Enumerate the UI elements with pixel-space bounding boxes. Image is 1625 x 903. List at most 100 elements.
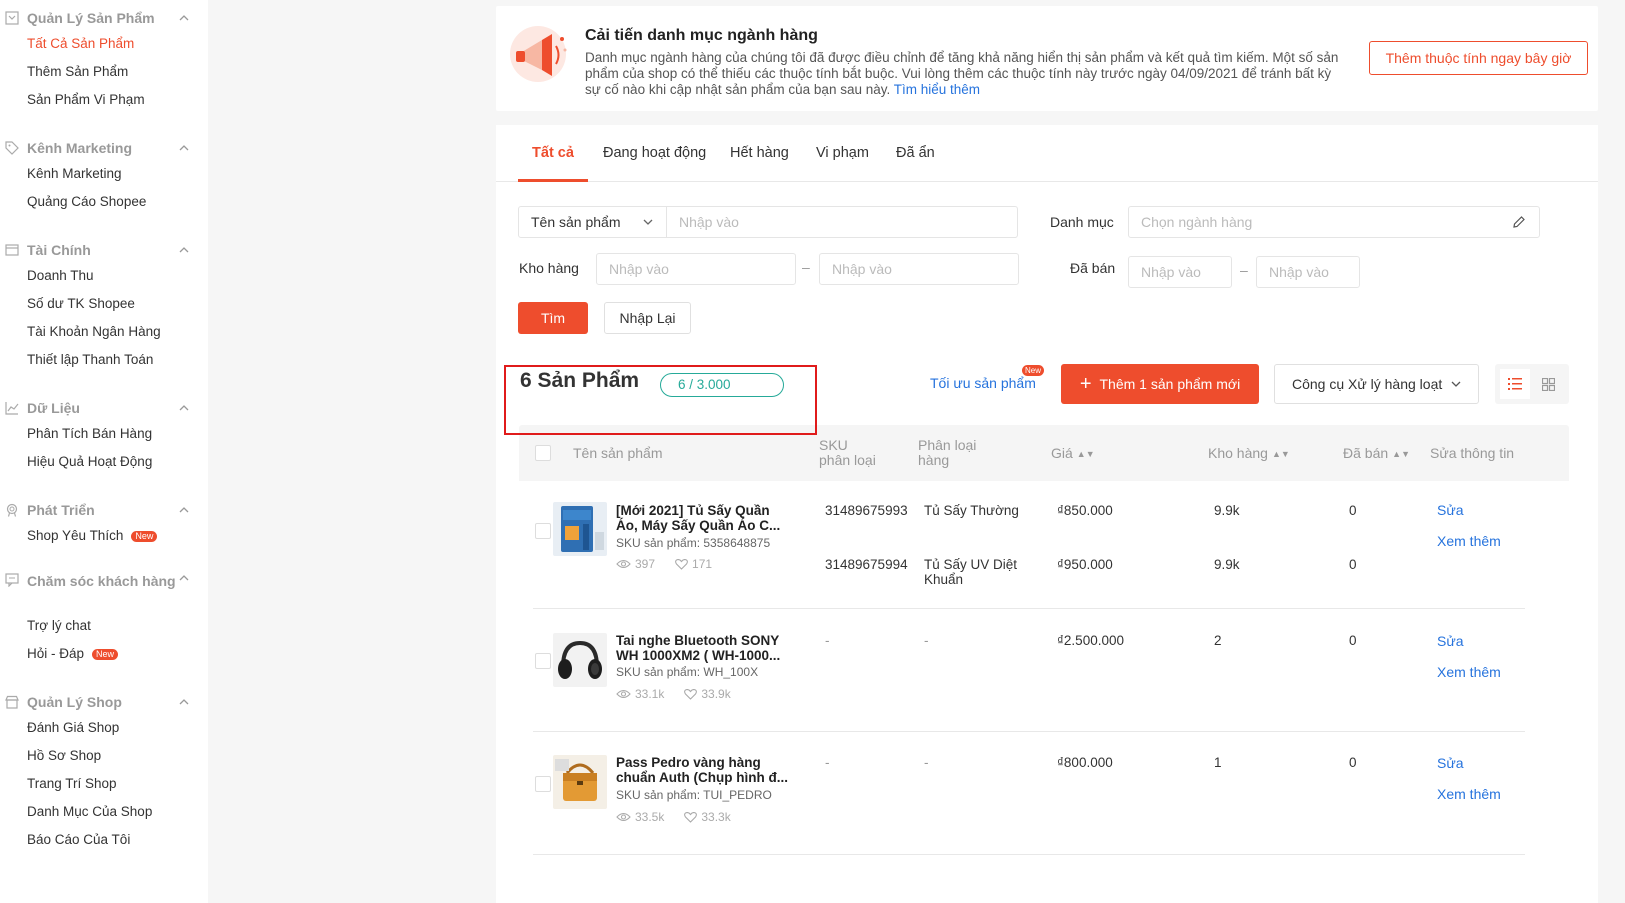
tab-active[interactable]: Đang hoạt động [603, 125, 706, 182]
edit-link[interactable]: Sửa [1437, 502, 1464, 518]
col-sold[interactable]: Đã bán ▲▼ [1343, 446, 1410, 462]
sidebar-header-label: Chăm sóc khách hàng [27, 573, 176, 589]
row-checkbox[interactable] [535, 653, 551, 669]
sidebar-item-chat-assistant[interactable]: Trợ lý chat [0, 612, 208, 640]
sold-max-input[interactable]: Nhập vào [1256, 256, 1360, 288]
variant-name: Tủ Sấy Thường [924, 503, 1019, 518]
sidebar-header-products[interactable]: Quản Lý Sản Phẩm [0, 6, 208, 30]
add-attributes-button[interactable]: Thêm thuộc tính ngay bây giờ [1369, 41, 1588, 75]
highlight-box [504, 365, 817, 435]
product-thumbnail[interactable] [553, 502, 607, 556]
edit-link[interactable]: Sửa [1437, 633, 1464, 649]
sidebar-header-growth[interactable]: Phát Triển [0, 498, 208, 522]
category-input[interactable]: Chọn ngành hàng [1128, 206, 1540, 238]
variant-stock: 9.9k [1214, 503, 1240, 518]
sidebar-header-marketing[interactable]: Kênh Marketing [0, 136, 208, 160]
line-chart-icon [4, 400, 20, 416]
variant-stock: 2 [1214, 633, 1222, 648]
sold-min-input[interactable]: Nhập vào [1128, 256, 1232, 288]
tab-all[interactable]: Tất cả [518, 125, 588, 182]
sidebar-item-label: Hỏi - Đáp [27, 646, 85, 661]
col-stock[interactable]: Kho hàng ▲▼ [1208, 446, 1290, 462]
variant-sold: 0 [1349, 503, 1357, 518]
product-thumbnail[interactable] [553, 755, 607, 809]
sidebar-header-label: Quản Lý Sản Phẩm [27, 10, 155, 26]
sidebar-item-my-reports[interactable]: Báo Cáo Của Tôi [0, 826, 208, 854]
row-checkbox[interactable] [535, 523, 551, 539]
tab-hidden[interactable]: Đã ẩn [896, 125, 935, 182]
sidebar-item-bank-account[interactable]: Tài Khoản Ngân Hàng [0, 318, 208, 346]
sidebar-header-label: Quản Lý Shop [27, 694, 122, 710]
chevron-up-icon[interactable] [178, 142, 190, 154]
bulk-tools-dropdown[interactable]: Công cụ Xử lý hàng loạt [1274, 364, 1479, 404]
sidebar-item-revenue[interactable]: Doanh Thu [0, 262, 208, 290]
tag-icon [4, 140, 20, 156]
variant-sku: 31489675993 [825, 503, 908, 518]
stock-max-input[interactable]: Nhập vào [819, 253, 1019, 285]
chevron-up-icon[interactable] [178, 572, 190, 584]
grid-view-icon[interactable] [1533, 369, 1563, 399]
sidebar-item-performance[interactable]: Hiệu Quả Hoạt Động [0, 448, 208, 476]
more-link[interactable]: Xem thêm [1437, 786, 1501, 802]
more-link[interactable]: Xem thêm [1437, 664, 1501, 680]
product-name[interactable]: [Mới 2021] Tủ Sấy Quần Áo, Máy Sấy Quần … [616, 503, 788, 533]
pencil-icon[interactable] [1512, 215, 1526, 229]
product-name[interactable]: Tai nghe Bluetooth SONY WH 1000XM2 ( WH-… [616, 633, 788, 663]
chevron-up-icon[interactable] [178, 696, 190, 708]
col-price[interactable]: Giá ▲▼ [1051, 446, 1095, 462]
category-placeholder: Chọn ngành hàng [1141, 214, 1253, 230]
sidebar-item-shop-decoration[interactable]: Trang Trí Shop [0, 770, 208, 798]
sidebar-item-violating-products[interactable]: Sản Phẩm Vi Phạm [0, 86, 208, 114]
sidebar-header-finance[interactable]: Tài Chính [0, 238, 208, 262]
sidebar-item-shop-categories[interactable]: Danh Mục Của Shop [0, 798, 208, 826]
variant-name: - [924, 755, 929, 770]
sidebar-item-marketing-channel[interactable]: Kênh Marketing [0, 160, 208, 188]
more-link[interactable]: Xem thêm [1437, 533, 1501, 549]
tab-violation[interactable]: Vi phạm [816, 125, 869, 182]
product-sku: SKU sản phẩm: TUI_PEDRO [616, 788, 772, 802]
sidebar-item-all-products[interactable]: Tất Cả Sản Phẩm [0, 30, 208, 58]
sidebar-header-data[interactable]: Dữ Liệu [0, 396, 208, 420]
table-row: [Mới 2021] Tủ Sấy Quần Áo, Máy Sấy Quần … [519, 481, 1569, 609]
product-name-input[interactable]: Nhập vào [666, 206, 1018, 238]
sidebar-item-shop-reviews[interactable]: Đánh Giá Shop [0, 714, 208, 742]
table-row: Tai nghe Bluetooth SONY WH 1000XM2 ( WH-… [519, 609, 1569, 732]
sidebar-header-customer-care[interactable]: Chăm sóc khách hàng [0, 572, 208, 612]
sidebar-section-shop: Quản Lý Shop Đánh Giá Shop Hồ Sơ Shop Tr… [0, 690, 208, 854]
chevron-up-icon[interactable] [178, 504, 190, 516]
add-product-label: Thêm 1 sản phẩm mới [1099, 376, 1241, 392]
stock-min-input[interactable]: Nhập vào [596, 253, 796, 285]
search-button[interactable]: Tìm [518, 302, 588, 334]
select-all-checkbox[interactable] [535, 445, 551, 461]
sidebar-header-shop[interactable]: Quản Lý Shop [0, 690, 208, 714]
sidebar-section-growth: Phát Triển Shop Yêu Thích New [0, 498, 208, 550]
sidebar-item-add-product[interactable]: Thêm Sản Phẩm [0, 58, 208, 86]
sidebar-item-sales-analytics[interactable]: Phân Tích Bán Hàng [0, 420, 208, 448]
sidebar: Quản Lý Sản Phẩm Tất Cả Sản Phẩm Thêm Sả… [0, 0, 208, 903]
row-checkbox[interactable] [535, 776, 551, 792]
product-name[interactable]: Pass Pedro vàng hàng chuẩn Auth (Chụp hì… [616, 755, 788, 785]
list-view-icon[interactable] [1500, 369, 1530, 399]
tab-out-of-stock[interactable]: Hết hàng [730, 125, 789, 182]
sidebar-item-balance[interactable]: Số dư TK Shopee [0, 290, 208, 318]
sidebar-item-shop-profile[interactable]: Hồ Sơ Shop [0, 742, 208, 770]
sidebar-item-favorite-shop[interactable]: Shop Yêu Thích New [0, 522, 208, 550]
edit-link[interactable]: Sửa [1437, 755, 1464, 771]
reset-button[interactable]: Nhập Lại [604, 302, 691, 334]
optimize-products-link[interactable]: Tối ưu sản phẩm [930, 375, 1036, 391]
product-thumbnail[interactable] [553, 633, 607, 687]
medal-icon [4, 502, 20, 518]
product-sku: SKU sản phẩm: WH_100X [616, 665, 759, 679]
sidebar-item-qa[interactable]: Hỏi - Đáp New [0, 640, 208, 668]
add-product-button[interactable]: + Thêm 1 sản phẩm mới [1061, 364, 1259, 404]
stock-label: Kho hàng [519, 260, 579, 276]
chevron-up-icon[interactable] [178, 12, 190, 24]
learn-more-link[interactable]: Tìm hiểu thêm [894, 82, 980, 97]
sidebar-item-shopee-ads[interactable]: Quảng Cáo Shopee [0, 188, 208, 216]
chevron-up-icon[interactable] [178, 402, 190, 414]
col-edit: Sửa thông tin [1430, 445, 1515, 461]
product-sku: SKU sản phẩm: 5358648875 [616, 536, 771, 550]
chevron-up-icon[interactable] [178, 244, 190, 256]
sidebar-item-payment-settings[interactable]: Thiết lập Thanh Toán [0, 346, 208, 374]
search-field-select[interactable]: Tên sản phẩm [518, 206, 667, 238]
